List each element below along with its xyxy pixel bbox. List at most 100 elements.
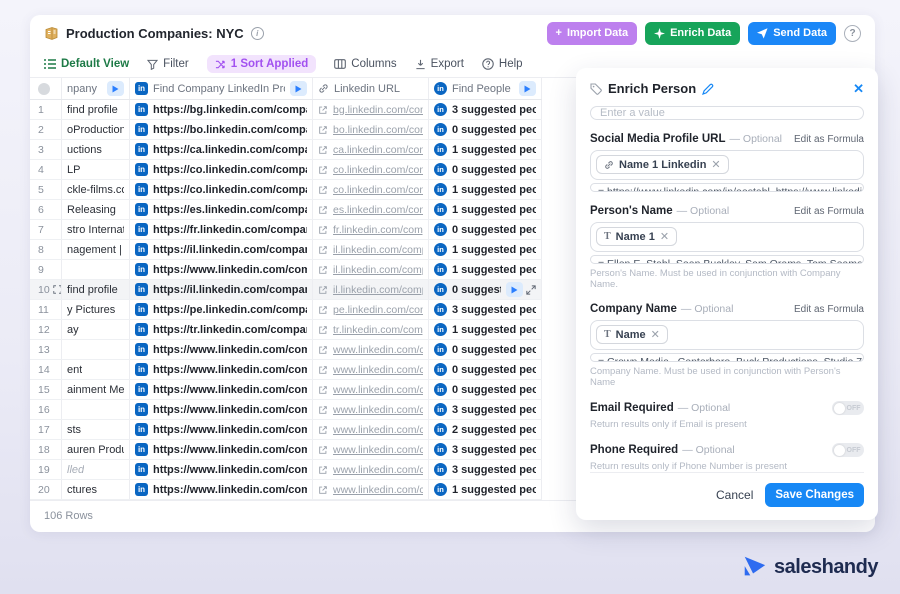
cell-linkedin-profile[interactable]: in https://www.linkedin.com/company/rsa- bbox=[130, 260, 313, 279]
cell-find-people[interactable]: in 3 suggested people bbox=[429, 300, 542, 319]
cell-find-people[interactable]: in 3 suggested people bbox=[429, 100, 542, 119]
table-row[interactable]: 15 ainment Media in https://www.linkedin… bbox=[30, 380, 542, 400]
cell-linkedin-url[interactable]: il.linkedin.com/compan... bbox=[313, 260, 429, 279]
company-name-field[interactable]: T Name ✕ bbox=[590, 320, 864, 350]
cell-linkedin-url[interactable]: il.linkedin.com/compan... bbox=[313, 240, 429, 259]
toolbar-help-button[interactable]: Help bbox=[482, 58, 523, 70]
cell-linkedin-url[interactable]: www.linkedin.com/com... bbox=[313, 440, 429, 459]
remove-chip-icon[interactable]: ✕ bbox=[660, 230, 669, 243]
run-column-play-icon[interactable] bbox=[519, 81, 536, 96]
cell-linkedin-url[interactable]: ca.linkedin.com/compa... bbox=[313, 140, 429, 159]
table-row[interactable]: 17 sts in https://www.linkedin.com/compa… bbox=[30, 420, 542, 440]
row-number-cell[interactable]: 19 bbox=[30, 460, 62, 479]
table-row[interactable]: 7 stro Internatio in https://fr.linkedin… bbox=[30, 220, 542, 240]
cell-company[interactable]: uctions bbox=[62, 140, 130, 159]
table-row[interactable]: 8 nagement | Ar in https://il.linkedin.c… bbox=[30, 240, 542, 260]
cell-linkedin-url[interactable]: co.linkedin.com/compa... bbox=[313, 160, 429, 179]
select-all-cell[interactable] bbox=[30, 78, 62, 99]
row-number-cell[interactable]: 7 bbox=[30, 220, 62, 239]
cell-linkedin-url[interactable]: www.linkedin.com/com... bbox=[313, 420, 429, 439]
columns-button[interactable]: Columns bbox=[334, 58, 396, 70]
cell-find-people[interactable]: in 0 suggested people bbox=[429, 220, 542, 239]
cell-company[interactable]: ay bbox=[62, 320, 130, 339]
cell-linkedin-url[interactable]: www.linkedin.com/com... bbox=[313, 380, 429, 399]
expand-cell-icon[interactable] bbox=[526, 285, 536, 295]
remove-chip-icon[interactable]: ✕ bbox=[711, 158, 720, 171]
table-row[interactable]: 12 ay in https://tr.linkedin.com/company… bbox=[30, 320, 542, 340]
cell-find-people[interactable]: in 1 suggested people bbox=[429, 200, 542, 219]
cell-company[interactable]: ent bbox=[62, 360, 130, 379]
cell-linkedin-profile[interactable]: in https://es.linkedin.com/company/mvd-e… bbox=[130, 200, 313, 219]
cell-company[interactable]: ainment Media bbox=[62, 380, 130, 399]
cell-linkedin-profile[interactable]: in https://il.linkedin.com/company/creat… bbox=[130, 240, 313, 259]
cell-linkedin-url[interactable]: es.linkedin.com/compa... bbox=[313, 200, 429, 219]
cell-linkedin-url[interactable]: www.linkedin.com/com... bbox=[313, 360, 429, 379]
cell-linkedin-url[interactable]: www.linkedin.com/com... bbox=[313, 340, 429, 359]
row-number-cell[interactable]: 3 bbox=[30, 140, 62, 159]
help-icon[interactable]: ? bbox=[844, 25, 861, 42]
cell-find-people[interactable]: in 0 suggested people bbox=[429, 360, 542, 379]
social-url-chip[interactable]: Name 1 Linkedin ✕ bbox=[596, 155, 729, 174]
cell-linkedin-url[interactable]: www.linkedin.com/com... bbox=[313, 480, 429, 499]
cell-company[interactable]: stro Internatio bbox=[62, 220, 130, 239]
cell-find-people[interactable]: in 0 suggested people bbox=[429, 160, 542, 179]
cell-linkedin-profile[interactable]: in https://www.linkedin.com/company/30-v bbox=[130, 340, 313, 359]
row-number-cell[interactable]: 12 bbox=[30, 320, 62, 339]
email-required-toggle[interactable]: OFF bbox=[832, 401, 864, 415]
value-input[interactable] bbox=[590, 106, 864, 120]
cell-find-people[interactable]: in 3 suggested people bbox=[429, 440, 542, 459]
column-header-linkedin-url[interactable]: Linkedin URL bbox=[313, 78, 429, 99]
table-row[interactable]: 11 y Pictures in https://pe.linkedin.com… bbox=[30, 300, 542, 320]
cell-company[interactable]: sts bbox=[62, 420, 130, 439]
cell-company[interactable] bbox=[62, 400, 130, 419]
row-number-cell[interactable]: 1 bbox=[30, 100, 62, 119]
row-number-cell[interactable]: 16 bbox=[30, 400, 62, 419]
run-column-play-icon[interactable] bbox=[290, 81, 307, 96]
cell-linkedin-profile[interactable]: in https://ca.linkedin.com/company/buck-… bbox=[130, 140, 313, 159]
cell-company[interactable] bbox=[62, 340, 130, 359]
edit-as-formula-link[interactable]: Edit as Formula bbox=[794, 134, 864, 145]
row-number-cell[interactable]: 5 bbox=[30, 180, 62, 199]
cell-linkedin-url[interactable]: il.linkedin.com/compan... bbox=[313, 280, 429, 299]
cell-linkedin-profile[interactable]: in https://www.linkedin.com/company/alke bbox=[130, 400, 313, 419]
cell-linkedin-profile[interactable]: in https://co.linkedin.com/company/super… bbox=[130, 180, 313, 199]
column-header-find-people[interactable]: in Find People bbox=[429, 78, 542, 99]
row-number-cell[interactable]: 13 bbox=[30, 340, 62, 359]
cell-find-people[interactable]: in 1 suggested people bbox=[429, 240, 542, 259]
cell-company[interactable]: Releasing bbox=[62, 200, 130, 219]
cell-find-people[interactable]: in 2 suggested people bbox=[429, 420, 542, 439]
edit-as-formula-link[interactable]: Edit as Formula bbox=[794, 304, 864, 315]
persons-name-chip[interactable]: T Name 1 ✕ bbox=[596, 227, 677, 246]
cell-linkedin-profile[interactable]: in https://www.linkedin.com/company/atla… bbox=[130, 480, 313, 499]
edit-pencil-icon[interactable] bbox=[702, 83, 714, 95]
row-number-cell[interactable]: 18 bbox=[30, 440, 62, 459]
sort-applied-button[interactable]: 1 Sort Applied bbox=[207, 55, 317, 73]
row-number-cell[interactable]: 4 bbox=[30, 160, 62, 179]
cell-find-people[interactable]: in 0 suggested peo bbox=[429, 280, 542, 299]
edit-as-formula-link[interactable]: Edit as Formula bbox=[794, 206, 864, 217]
cell-linkedin-profile[interactable]: in https://il.linkedin.com/company/keshe… bbox=[130, 280, 313, 299]
column-header-company[interactable]: npany bbox=[62, 78, 130, 99]
persons-name-field[interactable]: T Name 1 ✕ bbox=[590, 222, 864, 252]
cell-linkedin-url[interactable]: bo.linkedin.com/compa... bbox=[313, 120, 429, 139]
cell-company[interactable]: ckle-films.com bbox=[62, 180, 130, 199]
column-header-linkedin-profile[interactable]: in Find Company LinkedIn Profile bbox=[130, 78, 313, 99]
row-number-cell[interactable]: 14 bbox=[30, 360, 62, 379]
table-row[interactable]: 10 find profile in https://il.linkedin.c… bbox=[30, 280, 542, 300]
row-number-cell[interactable]: 17 bbox=[30, 420, 62, 439]
cancel-button[interactable]: Cancel bbox=[716, 488, 753, 502]
import-data-button[interactable]: + Import Data bbox=[547, 22, 638, 45]
cell-find-people[interactable]: in 0 suggested people bbox=[429, 340, 542, 359]
save-changes-button[interactable]: Save Changes bbox=[765, 483, 864, 507]
cell-linkedin-url[interactable]: fr.linkedin.com/compan... bbox=[313, 220, 429, 239]
filter-button[interactable]: Filter bbox=[147, 58, 189, 70]
cell-linkedin-profile[interactable]: in https://pe.linkedin.com/company/deadl… bbox=[130, 300, 313, 319]
cell-linkedin-url[interactable]: www.linkedin.com/com... bbox=[313, 400, 429, 419]
cell-linkedin-url[interactable]: pe.linkedin.com/compa... bbox=[313, 300, 429, 319]
cell-company[interactable]: nagement | Ar bbox=[62, 240, 130, 259]
cell-linkedin-profile[interactable]: in https://co.linkedin.com/company/chaos… bbox=[130, 160, 313, 179]
table-row[interactable]: 18 auren Producti in https://www.linkedi… bbox=[30, 440, 542, 460]
cell-linkedin-profile[interactable]: in https://www.linkedin.com/company/acec bbox=[130, 360, 313, 379]
row-number-cell[interactable]: 11 bbox=[30, 300, 62, 319]
row-number-cell[interactable]: 2 bbox=[30, 120, 62, 139]
